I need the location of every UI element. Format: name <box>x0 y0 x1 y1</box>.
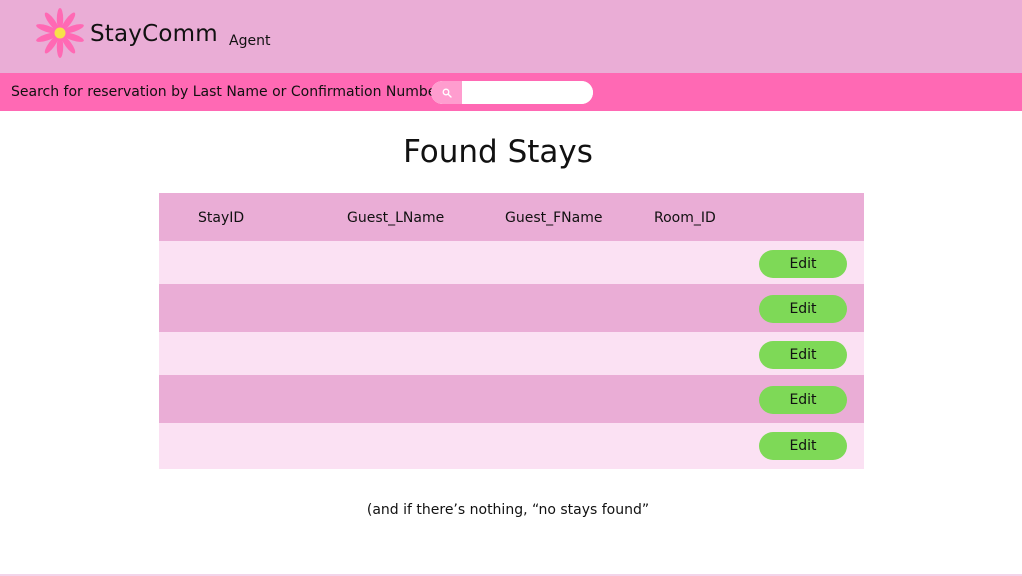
search-label: Search for reservation by Last Name or C… <box>11 84 443 100</box>
column-header-stayid: StayID <box>198 210 245 226</box>
pink-daisy-icon <box>36 8 84 58</box>
table-row: Edit <box>159 423 864 469</box>
table-row: Edit <box>159 241 864 284</box>
search-icon[interactable] <box>431 81 462 104</box>
table-row: Edit <box>159 375 864 423</box>
edit-button[interactable]: Edit <box>759 386 847 414</box>
column-header-guest-lname: Guest_LName <box>347 210 445 226</box>
page-title: Found Stays <box>403 134 593 170</box>
column-header-room-id: Room_ID <box>654 210 716 226</box>
search-bar: Search for reservation by Last Name or C… <box>0 73 1022 111</box>
edit-button[interactable]: Edit <box>759 295 847 323</box>
user-role-label: Agent <box>229 33 271 49</box>
edit-button[interactable]: Edit <box>759 432 847 460</box>
search-box[interactable] <box>431 81 593 104</box>
edit-button[interactable]: Edit <box>759 341 847 369</box>
search-input[interactable] <box>462 81 593 104</box>
empty-state-note: (and if there’s nothing, “no stays found… <box>366 502 650 518</box>
edit-button[interactable]: Edit <box>759 250 847 278</box>
stays-table: StayID Guest_LName Guest_FName Room_ID E… <box>159 193 864 469</box>
table-row: Edit <box>159 284 864 332</box>
app-header: StayComm Agent <box>0 0 1022 73</box>
table-row: Edit <box>159 332 864 375</box>
brand-name: StayComm <box>90 21 218 47</box>
table-header: StayID Guest_LName Guest_FName Room_ID <box>159 193 864 241</box>
column-header-guest-fname: Guest_FName <box>505 210 603 226</box>
